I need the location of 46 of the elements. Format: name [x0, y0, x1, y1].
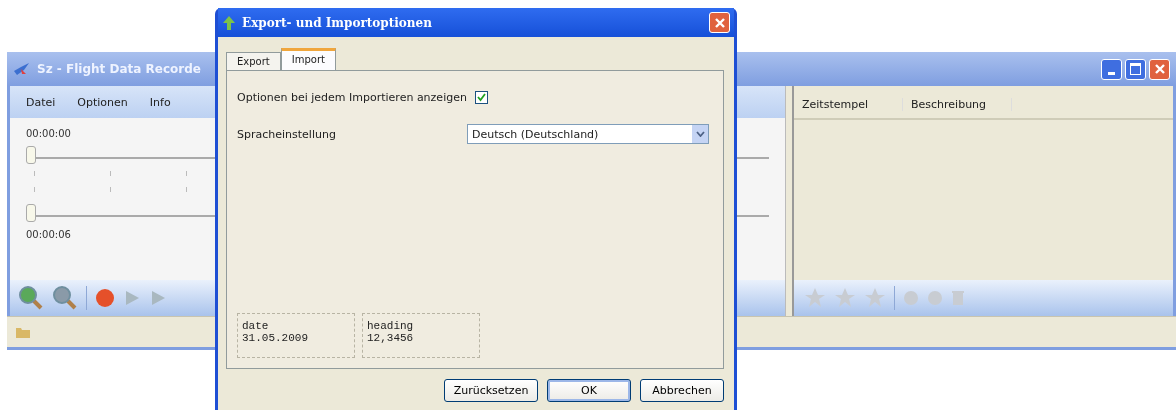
tab[interactable]: Import — [280, 48, 336, 70]
close-icon — [713, 16, 726, 29]
dialog-title: Export- und Importoptionen — [242, 15, 432, 30]
menu-item[interactable]: Optionen — [77, 95, 128, 109]
column-header[interactable]: Beschreibung — [903, 97, 1012, 111]
dialog-button[interactable]: OK — [547, 379, 631, 402]
window-title: Sz - Flight Data Recorde — [37, 62, 201, 76]
star-icon[interactable] — [804, 287, 826, 309]
language-dropdown[interactable]: Deutsch (Deutschland) — [467, 124, 709, 144]
column-header[interactable]: Zeitstempel — [794, 97, 903, 111]
folder-icon — [15, 325, 31, 339]
checkbox[interactable] — [474, 91, 488, 104]
option-label: Optionen bei jedem Importieren anzeigen — [237, 91, 467, 104]
menu-item[interactable]: Info — [149, 95, 171, 109]
slider-thumb[interactable] — [26, 146, 36, 164]
language-label: Spracheinstellung — [237, 127, 336, 141]
field-name: date — [242, 320, 270, 332]
splitter[interactable] — [785, 86, 794, 316]
close-button[interactable] — [709, 12, 730, 33]
field-value: 12,3456 — [367, 332, 415, 344]
zoom-in-icon[interactable] — [18, 285, 44, 311]
trash-icon[interactable] — [951, 290, 965, 306]
end-time: 00:00:06 — [26, 229, 71, 240]
star-icon[interactable] — [834, 287, 856, 309]
star-icon[interactable] — [864, 287, 886, 309]
play-icon[interactable] — [123, 289, 141, 307]
field-name: heading — [367, 320, 415, 332]
maximize-button[interactable] — [1125, 58, 1146, 80]
circle-icon[interactable] — [927, 290, 943, 306]
plane-icon — [13, 61, 31, 77]
record-icon[interactable] — [95, 288, 115, 308]
slider-thumb[interactable] — [26, 204, 36, 222]
menu-item[interactable]: Datei — [26, 95, 56, 109]
dialog-button[interactable]: Abbrechen — [640, 379, 724, 402]
tab[interactable]: Export — [226, 52, 281, 70]
close-icon — [1153, 63, 1166, 75]
play-icon[interactable] — [149, 289, 167, 307]
dialog-button[interactable]: Zurücksetzen — [444, 379, 538, 402]
zoom-out-icon[interactable] — [52, 285, 78, 311]
close-button[interactable] — [1149, 58, 1170, 80]
caret-icon — [695, 131, 705, 137]
start-time: 00:00:00 — [26, 128, 71, 139]
arrow-icon — [222, 14, 236, 31]
minimize-button[interactable] — [1101, 58, 1122, 80]
field-value: 31.05.2009 — [242, 332, 309, 344]
circle-icon[interactable] — [903, 290, 919, 306]
